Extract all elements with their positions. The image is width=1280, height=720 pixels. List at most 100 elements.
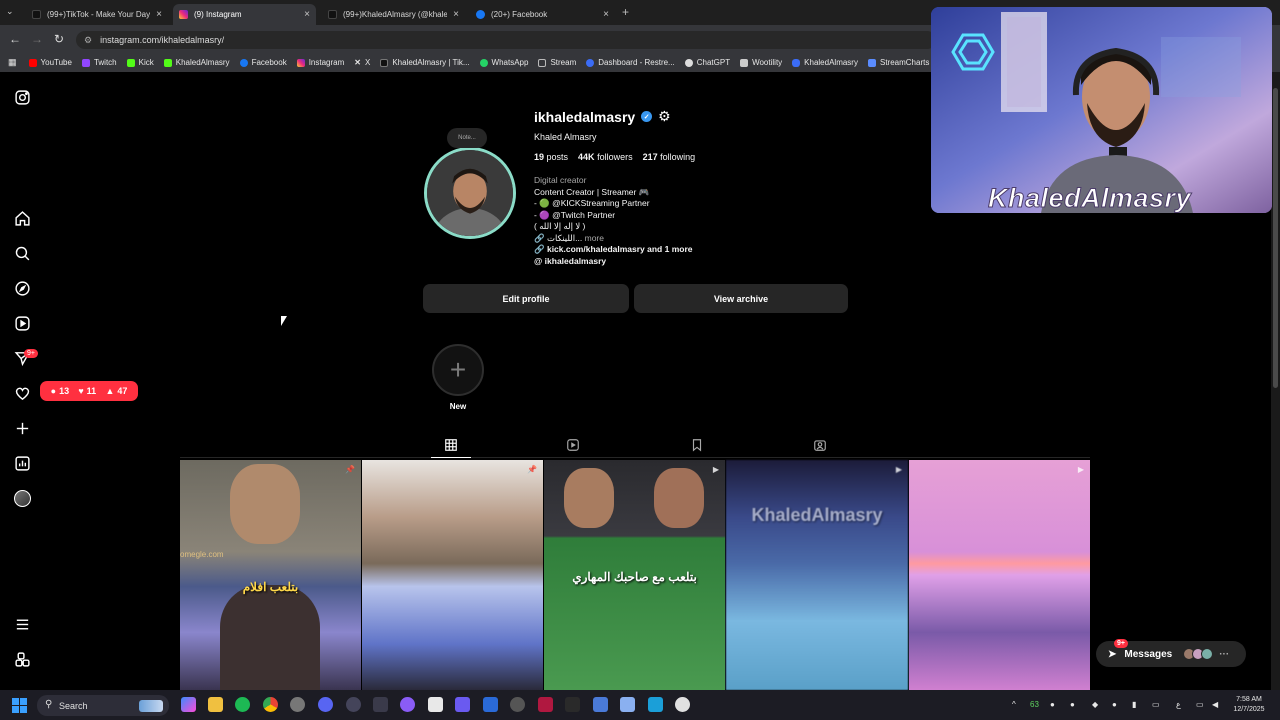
chrome-icon[interactable] — [263, 697, 278, 712]
app-icon[interactable] — [538, 697, 553, 712]
settings-gear-icon[interactable]: ⚙ — [658, 108, 671, 125]
bookmark-restream[interactable]: Dashboard - Restre... — [586, 58, 675, 67]
instagram-logo-icon[interactable] — [14, 89, 31, 106]
post-tile[interactable]: ▶ KhaledAlmasry — [726, 460, 908, 690]
tray-app-icon[interactable]: ● — [1050, 700, 1055, 709]
tab-facebook[interactable]: (20+) Facebook × — [470, 4, 615, 25]
heart-notifications-icon[interactable] — [14, 385, 31, 402]
tab-tagged-icon[interactable] — [813, 438, 827, 452]
tab-instagram[interactable]: (9) Instagram × — [173, 4, 316, 25]
post-tile[interactable]: ▶ بتلعب مع صاحبك المهاري — [544, 460, 725, 690]
tray-chevron-icon[interactable]: ^ — [1012, 700, 1016, 709]
forward-arrow-icon[interactable]: → — [31, 32, 43, 46]
post-tile[interactable]: 📌 — [362, 460, 543, 690]
app-icon[interactable] — [675, 697, 690, 712]
app-icon[interactable] — [483, 697, 498, 712]
language-indicator[interactable]: ع — [1176, 700, 1181, 709]
windows-start-icon[interactable] — [12, 698, 27, 713]
search-icon[interactable] — [14, 245, 31, 262]
more-dots-icon[interactable]: ··· — [1219, 649, 1229, 660]
tab-search-chevron-icon[interactable]: ⌄ — [6, 6, 14, 17]
bookmark-facebook[interactable]: Facebook — [239, 58, 287, 67]
keyboard-icon[interactable]: ▭ — [1152, 700, 1160, 709]
tray-app-icon[interactable]: ● — [1070, 700, 1075, 709]
home-icon[interactable] — [14, 210, 31, 227]
steam-icon[interactable] — [648, 697, 663, 712]
following-stat[interactable]: 217 following — [643, 152, 696, 162]
followers-stat[interactable]: 44K followers — [578, 152, 633, 162]
taskbar-search[interactable]: ⚲ Search — [37, 695, 169, 716]
bookmark-chatgpt[interactable]: ChatGPT — [684, 58, 730, 67]
close-icon[interactable]: × — [304, 9, 310, 20]
app-icon[interactable] — [346, 697, 361, 712]
close-icon[interactable]: × — [453, 9, 459, 20]
dashboard-chart-icon[interactable] — [14, 455, 31, 472]
discord-icon[interactable] — [318, 697, 333, 712]
address-bar[interactable]: ⚙ instagram.com/ikhaledalmasry/ — [76, 31, 936, 49]
display-icon[interactable]: ▭ — [1196, 700, 1204, 709]
new-highlight-button[interactable]: + — [432, 344, 484, 396]
app-icon[interactable] — [510, 697, 525, 712]
site-info-icon[interactable]: ⚙ — [84, 35, 92, 46]
obs-icon[interactable] — [290, 697, 305, 712]
speaker-icon[interactable]: ◀ — [1212, 700, 1218, 709]
reels-icon[interactable] — [14, 315, 31, 332]
bookmark-twitch[interactable]: Twitch — [81, 58, 117, 67]
scrollbar-thumb[interactable] — [1273, 88, 1278, 388]
more-link[interactable]: more — [585, 233, 604, 243]
app-icon[interactable] — [620, 697, 635, 712]
spotify-icon[interactable] — [235, 697, 250, 712]
bookmark-wootility[interactable]: Wootility — [740, 58, 782, 67]
tab-posts-grid-icon[interactable] — [444, 438, 458, 452]
app-icon[interactable] — [565, 697, 580, 712]
menu-hamburger-icon[interactable] — [14, 616, 31, 633]
bookmark-instagram[interactable]: Instagram — [296, 58, 344, 67]
bookmark-streamcharts[interactable]: StreamCharts — [867, 58, 929, 67]
notifications-popup[interactable]: ● 13 ♥ 11 ▲ 47 — [40, 381, 138, 401]
bookmark-youtube[interactable]: YouTube — [28, 58, 72, 67]
apps-grid-icon[interactable]: ▦ — [8, 57, 17, 68]
bookmark-whatsapp[interactable]: WhatsApp — [479, 58, 528, 67]
mic-icon[interactable]: ▮ — [1132, 700, 1136, 709]
bookmark-folder-stream[interactable]: Stream — [538, 58, 576, 67]
post-tile[interactable]: ▶ — [909, 460, 1090, 690]
app-icon[interactable] — [428, 697, 443, 712]
reload-icon[interactable]: ↻ — [54, 32, 64, 46]
weather-temp[interactable]: 63 — [1030, 700, 1039, 709]
bio-link[interactable]: kick.com/khaledalmasry and 1 more — [547, 244, 693, 254]
file-explorer-icon[interactable] — [208, 697, 223, 712]
bookmark-khaledalmasry-meta[interactable]: KhaledAlmasry — [792, 58, 858, 67]
meta-apps-icon[interactable] — [14, 651, 31, 668]
edit-profile-button[interactable]: Edit profile — [423, 284, 629, 313]
profile-avatar-icon[interactable] — [14, 490, 31, 507]
app-icon[interactable] — [593, 697, 608, 712]
tab-kick[interactable]: (99+)KhaledAlmasry (@khaleda × — [322, 4, 465, 25]
discord-tray-icon[interactable]: ● — [1112, 700, 1117, 709]
profile-avatar[interactable] — [424, 147, 516, 239]
tray-app-icon[interactable]: ◆ — [1092, 700, 1098, 709]
app-icon[interactable] — [400, 697, 415, 712]
note-bubble[interactable]: Note... — [447, 128, 487, 148]
post-tile[interactable]: 📌 omegle.com بتلعب افلام — [180, 460, 361, 690]
threads-handle[interactable]: ikhaledalmasry — [545, 256, 606, 266]
close-icon[interactable]: × — [603, 9, 609, 20]
tab-reels-icon[interactable] — [566, 438, 580, 452]
messages-button[interactable]: ➤ 9+ Messages ··· — [1096, 639, 1246, 667]
back-arrow-icon[interactable]: ← — [9, 32, 21, 46]
bookmark-tiktok[interactable]: KhaledAlmasry | Tik... — [380, 58, 470, 67]
tab-saved-bookmark-icon[interactable] — [690, 438, 704, 452]
explore-compass-icon[interactable] — [14, 280, 31, 297]
bookmark-kick[interactable]: Kick — [126, 58, 154, 67]
bio-link-row[interactable]: 🔗 kick.com/khaledalmasry and 1 more — [534, 244, 834, 256]
create-plus-icon[interactable] — [14, 420, 31, 437]
bookmark-khaledalmasry-kick[interactable]: KhaledAlmasry — [163, 58, 230, 67]
app-icon[interactable] — [455, 697, 470, 712]
app-icon[interactable] — [373, 697, 388, 712]
clock[interactable]: 7:58 AM 12/7/2025 — [1226, 695, 1272, 715]
new-tab-button[interactable]: + — [622, 5, 629, 19]
tab-tiktok[interactable]: (99+)TikTok - Make Your Day × — [26, 4, 168, 25]
view-archive-button[interactable]: View archive — [634, 284, 848, 313]
close-icon[interactable]: × — [156, 9, 162, 20]
bookmark-x[interactable]: ✕ X — [354, 58, 370, 67]
threads-row[interactable]: @ ikhaledalmasry — [534, 256, 834, 268]
